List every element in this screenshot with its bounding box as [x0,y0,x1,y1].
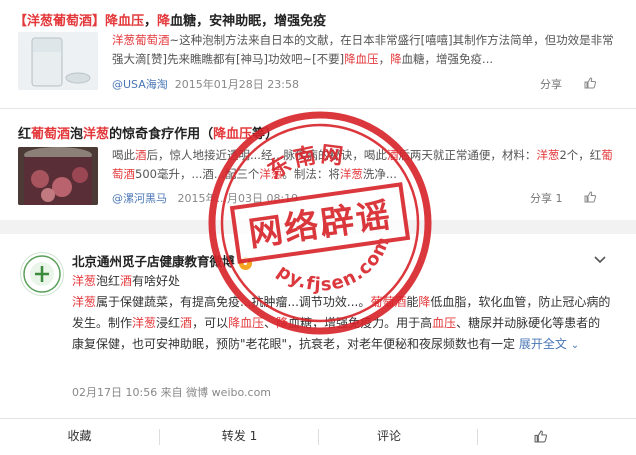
text-segment: 洗净... [362,167,397,181]
result-thumbnail-jar[interactable] [18,147,98,205]
like-button[interactable] [478,419,636,455]
highlighted-keyword: 葡萄酒 [31,127,71,142]
text-segment: 有啥好处 [132,274,181,288]
search-result-card-1: 【洋葱葡萄酒】降血压，降血糖，安神助眠，增强免疫 洋葱葡萄酒~这种泡制方法来自日… [0,0,636,108]
highlighted-keyword: 洋葱 [72,295,97,309]
text-segment: 泡 [70,127,84,142]
share-button[interactable]: 分享 [540,76,562,92]
chevron-down-icon[interactable] [594,256,606,264]
result-meta: @USA海淘 2015年01月28日 23:58 [112,76,299,92]
text-segment: 血糖，增强免疫... [401,52,494,66]
favorite-button[interactable]: 收藏 [0,419,159,455]
comment-button[interactable]: 评论 [319,419,459,455]
highlighted-keyword: 降 [157,14,171,29]
text-segment: 后，惊人地接近透明...经...脉疾病的秘诀，喝此 [146,148,387,162]
highlighted-keyword: 酒 [180,316,193,330]
highlighted-keyword: 洋葱 [83,127,110,142]
verified-badge-icon: V [238,257,252,270]
post-action-bar: 收藏 转发 1 评论 [0,418,636,455]
post-subtitle: 洋葱泡红酒有啥好处 [72,272,180,289]
text-segment: ， [144,14,158,29]
highlighted-keyword: 洋葱 [536,148,560,162]
text-segment: ，可以 [192,316,229,330]
highlighted-keyword: 洋葱 [72,274,97,288]
highlighted-keyword: 降 [418,295,431,309]
highlighted-keyword: 洋葱 [132,316,157,330]
highlighted-keyword: 葡萄酒 [370,295,407,309]
account-name-text[interactable]: 北京通州觅子店健康教育微博 [72,254,235,269]
text-segment: 血糖，安神助眠，增强免疫 [170,14,327,29]
post-body: 洋葱属于保健蔬菜，有提高免疫...抗肿瘤...调节功效...。葡萄酒能降低血脂，… [72,292,612,356]
share-button[interactable]: 分享 1 [530,190,563,206]
highlighted-keyword: 【洋葱葡萄酒】 [14,14,106,29]
text-segment: 后两天就正常通便，材料： [398,148,537,162]
result-snippet: 洋葱葡萄酒~这种泡制方法来自日本的文献，在日本非常盛行[嘻嘻]其制作方法简单，但… [112,31,617,69]
highlighted-keyword: 洋葱 [339,167,363,181]
text-segment: 500毫升，...酒...配三个 [135,167,260,181]
highlighted-keyword: 降血压 [228,316,265,330]
result-source-link[interactable]: @USA海淘 [112,78,168,91]
text-segment: 等） [252,127,279,142]
result-title[interactable]: 红葡萄酒泡洋葱的惊奇食疗作用（降血压等） [18,123,278,142]
expand-full-text-link[interactable]: 展开全文 ⌄ [519,337,579,351]
highlighted-keyword: 降 [390,52,402,66]
result-source-link[interactable]: @漯河黑马 [112,192,167,205]
thumbs-up-icon [534,430,547,443]
text-segment: 、 [264,316,277,330]
account-name[interactable]: 北京通州觅子店健康教育微博 V [72,251,252,270]
highlighted-keyword: 降血压 [105,14,145,29]
highlighted-keyword: 洋葱葡萄酒 [112,33,170,47]
text-segment: 2个，红 [559,148,602,162]
text-segment: 属于保健蔬菜，有提高免疫...抗肿瘤...调节功效...。 [96,295,371,309]
text-segment: 喝此 [112,148,135,162]
post-timestamp: 02月17日 10:56 来自 微博 weibo.com [72,386,272,399]
highlighted-keyword: 降血压 [344,52,379,66]
text-segment: 泡红 [96,274,121,288]
result-meta: @漯河黑马 2015年...月03日 08:19 [112,190,298,206]
text-segment: 血糖，增强免疫力。用于高 [288,316,433,330]
text-segment: 红 [18,127,32,142]
highlighted-keyword: 洋葱 [259,167,283,181]
result-date: 2015年...月03日 08:19 [177,192,299,205]
text-segment: 的惊奇食疗作用（ [109,127,214,142]
highlighted-keyword: 降 [276,316,289,330]
text-segment: 。制法：将 [282,167,340,181]
result-title[interactable]: 【洋葱葡萄酒】降血压，降血糖，安神助眠，增强免疫 [14,10,326,29]
chevron-down-icon: ⌄ [570,340,580,351]
highlighted-keyword: 酒 [135,148,147,162]
thumbs-up-icon[interactable] [584,77,596,89]
result-thumbnail-jar[interactable] [18,32,98,90]
text-segment: 能 [406,295,419,309]
text-segment: ， [378,52,391,66]
text-segment: 浸红 [156,316,181,330]
highlighted-keyword: 血压 [432,316,457,330]
account-avatar[interactable] [20,252,64,296]
repost-button[interactable]: 转发 1 [160,419,319,455]
highlighted-keyword: 酒 [120,274,133,288]
highlighted-keyword: 降血压 [213,127,253,142]
highlighted-keyword: 酒 [386,148,399,162]
thumbs-up-icon[interactable] [584,191,596,203]
result-snippet: 喝此酒后，惊人地接近透明...经...脉疾病的秘诀，喝此酒后两天就正常通便，材料… [112,146,617,184]
result-date: 2015年01月28日 23:58 [174,78,299,91]
search-result-card-2: 红葡萄酒泡洋葱的惊奇食疗作用（降血压等） 喝此酒后，惊人地接近透明...经...… [0,109,636,220]
